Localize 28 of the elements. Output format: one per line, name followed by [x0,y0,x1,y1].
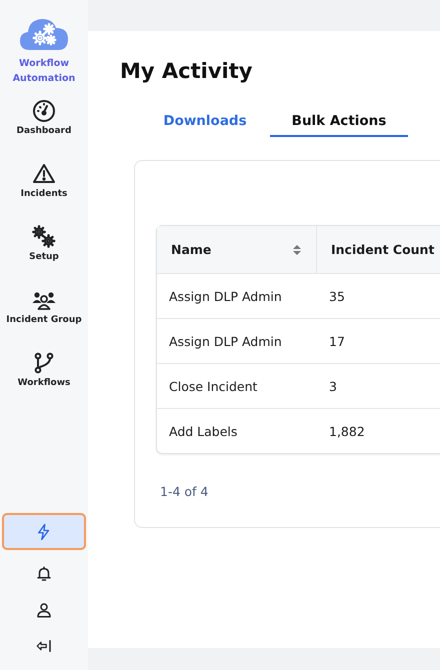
table-cell-text: 3 [328,378,338,394]
sidebar-item[interactable]: Incidents [0,159,88,202]
bell-icon [35,565,53,583]
user-icon [35,601,53,619]
branch-icon [32,351,56,375]
gears-icon [32,225,56,249]
sidebar-item[interactable]: Incident Group [0,285,88,328]
table-cell-text: 1,882 [328,424,366,438]
table-cell-text: Add Labels [168,424,238,438]
sidebar-item[interactable]: Setup [0,222,88,265]
table-cell-text: Assign DLP Admin [168,334,283,348]
table-cell-text: Close Incident [168,378,258,394]
sidebar-item[interactable]: Workflows [0,348,88,391]
app-name: Workflow Automation [12,57,76,86]
gauge-icon [32,99,56,123]
column-header: Incident Count [330,241,436,259]
table-cell-text: Assign DLP Admin [168,288,283,304]
table-cell-text: 35 [328,288,346,304]
page-title: My Activity [120,59,254,83]
collapse-icon [35,637,53,655]
warning-icon [32,162,56,186]
sidebar-item[interactable]: Dashboard [0,96,88,139]
tab[interactable]: Downloads [140,109,270,137]
table-cell-text: 17 [328,334,346,348]
sort-icon [292,244,302,256]
pagination-summary: 1-4 of 4 [159,484,210,499]
tab[interactable]: Bulk Actions [270,109,408,137]
column-header[interactable]: Name [157,226,317,273]
